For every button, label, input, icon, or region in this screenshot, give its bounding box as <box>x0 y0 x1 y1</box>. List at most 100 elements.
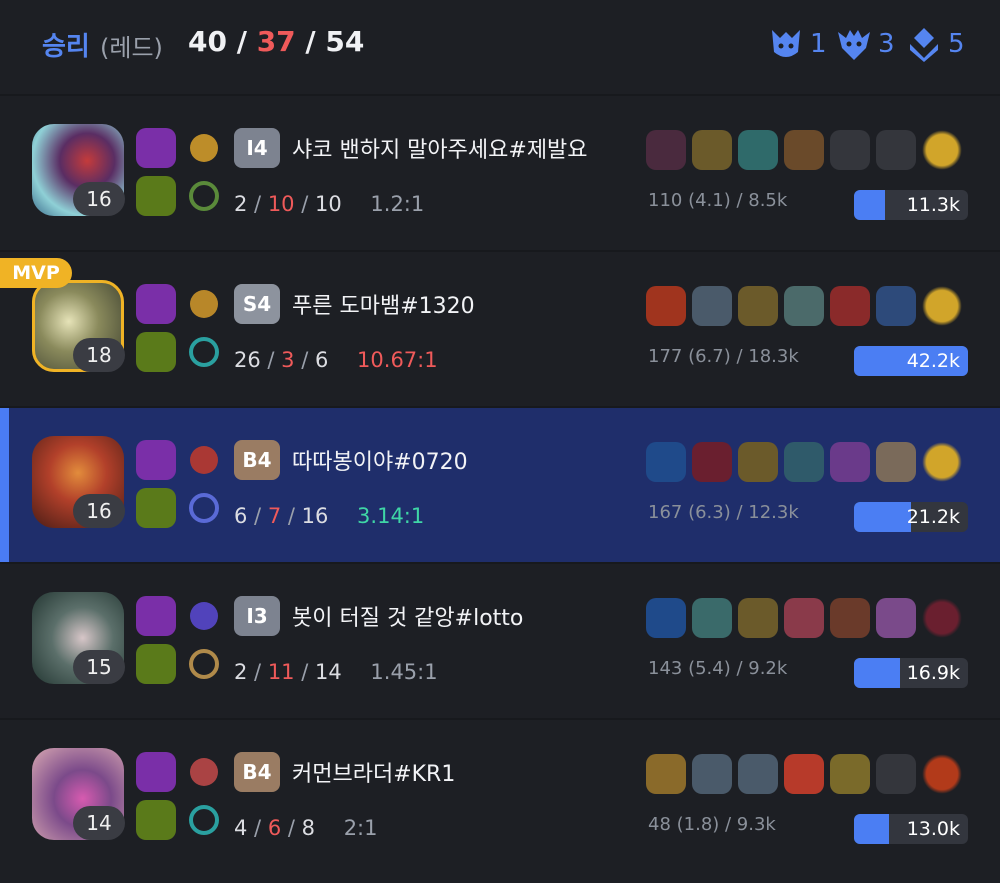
item-tome-icon[interactable] <box>830 598 870 638</box>
dragon-icon <box>838 30 870 60</box>
summoner-spell-2-icon[interactable] <box>136 800 176 840</box>
mvp-badge: MVP <box>0 258 72 288</box>
item-cannon-icon[interactable] <box>784 286 824 326</box>
damage-value: 13.0k <box>906 818 960 840</box>
item-orb-icon[interactable] <box>692 442 732 482</box>
damage-value: 42.2k <box>906 350 960 372</box>
item-ward-icon[interactable] <box>922 130 962 170</box>
damage-value: 11.3k <box>906 194 960 216</box>
item-dagger-icon[interactable] <box>646 130 686 170</box>
team-side: (레드) <box>100 34 163 62</box>
champion-level-badge: 16 <box>73 182 125 216</box>
champion-level-badge: 18 <box>73 338 125 372</box>
primary-rune-icon[interactable] <box>184 440 224 480</box>
summoner-spell-2-icon[interactable] <box>136 644 176 684</box>
summoner-name[interactable]: 샤코 밴하지 말아주세요#제발요 <box>292 132 588 164</box>
cs-gold-stats: 167 (6.3) / 12.3k <box>648 502 799 523</box>
kda-ratio: 10.67:1 <box>357 348 438 372</box>
primary-rune-icon[interactable] <box>184 128 224 168</box>
primary-rune-icon[interactable] <box>184 284 224 324</box>
summoner-spell-1-icon[interactable] <box>136 284 176 324</box>
summoner-spell-2-icon[interactable] <box>136 488 176 528</box>
item-shield-icon[interactable] <box>738 130 778 170</box>
secondary-rune-icon[interactable] <box>184 800 224 840</box>
player-row[interactable]: 16 B4 따따봉이야#0720 6 / 7 / 16 3.14:1 167 (6.… <box>0 406 1000 562</box>
primary-rune-icon[interactable] <box>184 752 224 792</box>
item-sword-icon[interactable] <box>646 286 686 326</box>
player-kda: 2 / 11 / 14 1.45:1 <box>234 660 438 684</box>
item-ring-icon[interactable] <box>646 598 686 638</box>
team-kda: 40 / 37 / 54 <box>188 25 365 58</box>
item-rock-icon[interactable] <box>876 442 916 482</box>
summoner-spell-1-icon[interactable] <box>136 596 176 636</box>
item-hook-icon[interactable] <box>692 754 732 794</box>
tier-badge: S4 <box>234 284 280 324</box>
item-bow-icon[interactable] <box>876 286 916 326</box>
player-kda: 26 / 3 / 6 10.67:1 <box>234 348 438 372</box>
item-slots <box>646 286 962 326</box>
cs-gold-stats: 110 (4.1) / 8.5k <box>648 190 788 211</box>
secondary-rune-icon[interactable] <box>184 332 224 372</box>
champion-level-badge: 14 <box>73 806 125 840</box>
damage-bar: 11.3k <box>854 190 968 220</box>
baron-count: 1 <box>766 24 827 64</box>
item-boots-icon[interactable] <box>692 130 732 170</box>
item-empty-icon[interactable] <box>876 754 916 794</box>
summoner-name[interactable]: 따따봉이야#0720 <box>292 444 468 476</box>
item-blade-icon[interactable] <box>830 286 870 326</box>
item-boots-icon[interactable] <box>738 286 778 326</box>
item-armor-icon[interactable] <box>692 286 732 326</box>
summoner-spell-2-icon[interactable] <box>136 332 176 372</box>
summoner-spell-1-icon[interactable] <box>136 128 176 168</box>
item-boots-icon[interactable] <box>738 598 778 638</box>
item-ring-icon[interactable] <box>646 442 686 482</box>
item-crystal-icon[interactable] <box>830 442 870 482</box>
item-lens-icon[interactable] <box>922 754 962 794</box>
item-cleaver-icon[interactable] <box>784 130 824 170</box>
summoner-name[interactable]: 커먼브라더#KR1 <box>292 756 455 788</box>
item-mace-icon[interactable] <box>830 754 870 794</box>
secondary-rune-icon[interactable] <box>184 176 224 216</box>
secondary-rune-icon[interactable] <box>184 644 224 684</box>
item-slots <box>646 598 962 638</box>
primary-rune-icon[interactable] <box>184 596 224 636</box>
current-player-indicator <box>0 408 9 562</box>
item-ward-icon[interactable] <box>922 286 962 326</box>
item-armor-icon[interactable] <box>738 754 778 794</box>
item-empty-icon[interactable] <box>876 130 916 170</box>
cs-gold-stats: 143 (5.4) / 9.2k <box>648 658 788 679</box>
item-staff-icon[interactable] <box>784 442 824 482</box>
kda-ratio: 2:1 <box>343 816 378 840</box>
summoner-spell-2-icon[interactable] <box>136 176 176 216</box>
damage-bar: 13.0k <box>854 814 968 844</box>
summoner-name[interactable]: 봇이 터질 것 같앙#lotto <box>292 600 523 632</box>
player-row[interactable]: 16 I4 샤코 밴하지 말아주세요#제발요 2 / 10 / 10 1.2:1 1… <box>0 94 1000 250</box>
item-sigil-icon[interactable] <box>876 598 916 638</box>
tower-icon <box>910 28 938 62</box>
player-row[interactable]: 14 B4 커먼브라더#KR1 4 / 6 / 8 2:1 48 (1.8) / 9… <box>0 718 1000 874</box>
item-boots-icon[interactable] <box>738 442 778 482</box>
item-heart-icon[interactable] <box>784 598 824 638</box>
item-wand-icon[interactable] <box>692 598 732 638</box>
item-orb-icon[interactable] <box>922 598 962 638</box>
item-empty-icon[interactable] <box>830 130 870 170</box>
damage-bar: 21.2k <box>854 502 968 532</box>
item-relic-icon[interactable] <box>646 754 686 794</box>
secondary-rune-icon[interactable] <box>184 488 224 528</box>
item-gem-icon[interactable] <box>784 754 824 794</box>
damage-bar: 16.9k <box>854 658 968 688</box>
item-ward-icon[interactable] <box>922 442 962 482</box>
kda-ratio: 3.14:1 <box>357 504 425 528</box>
item-slots <box>646 442 962 482</box>
player-row[interactable]: 15 I3 봇이 터질 것 같앙#lotto 2 / 11 / 14 1.45:1 … <box>0 562 1000 718</box>
item-slots <box>646 130 962 170</box>
summoner-name[interactable]: 푸른 도마뱀#1320 <box>292 288 475 320</box>
tier-badge: B4 <box>234 440 280 480</box>
player-row[interactable]: 18 MVP S4 푸른 도마뱀#1320 26 / 3 / 6 10.67:1 17… <box>0 250 1000 406</box>
cs-gold-stats: 48 (1.8) / 9.3k <box>648 814 776 835</box>
summoner-spell-1-icon[interactable] <box>136 752 176 792</box>
kda-ratio: 1.45:1 <box>370 660 438 684</box>
summoner-spell-1-icon[interactable] <box>136 440 176 480</box>
kda-ratio: 1.2:1 <box>370 192 425 216</box>
champion-level-badge: 16 <box>73 494 125 528</box>
